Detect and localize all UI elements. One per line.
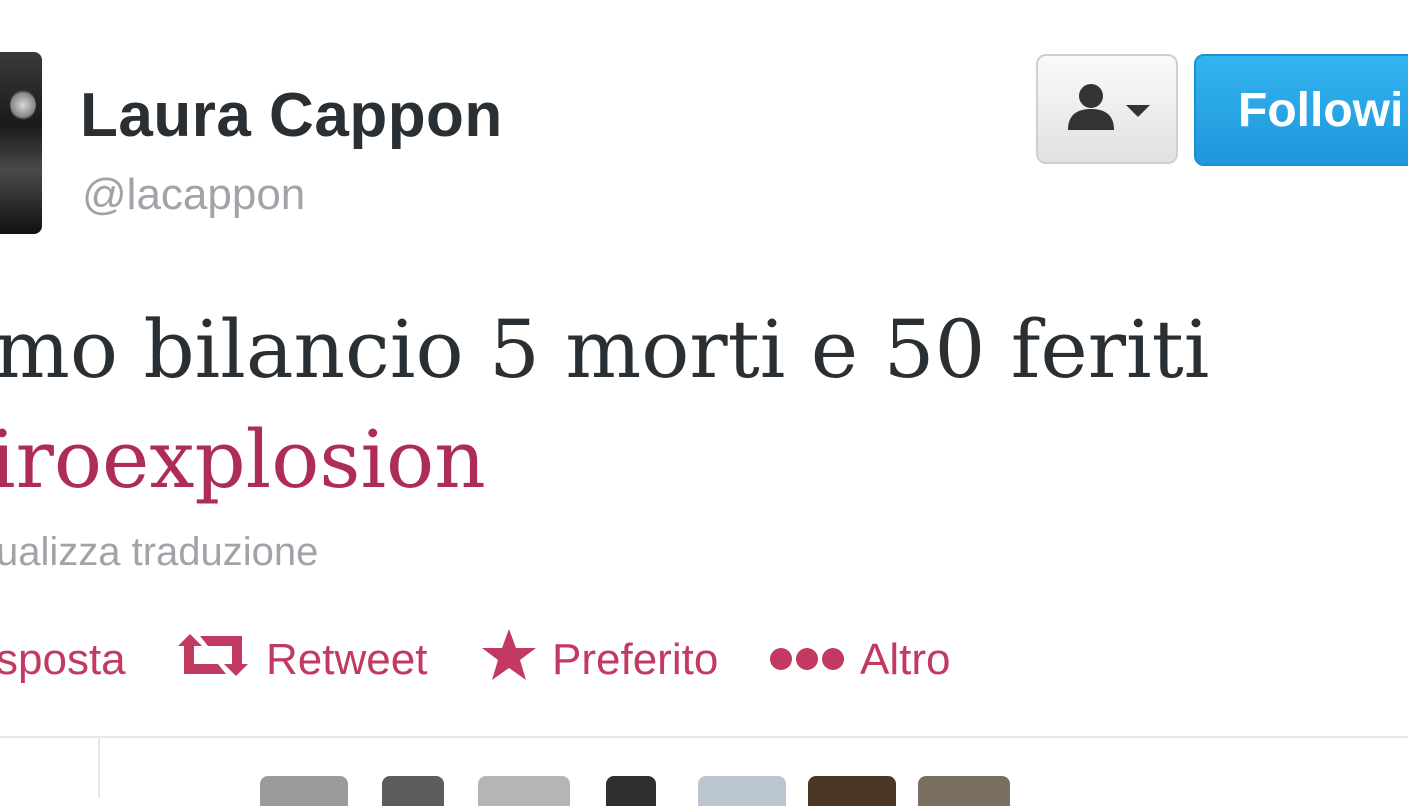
display-name[interactable]: Laura Cappon: [80, 80, 503, 151]
translate-link[interactable]: ualizza traduzione: [0, 530, 318, 575]
star-icon: [480, 627, 538, 694]
hashtag-link[interactable]: iroexplosion: [0, 410, 486, 510]
avatar-thumbnail[interactable]: [382, 776, 444, 806]
avatar-thumbnail[interactable]: [260, 776, 348, 806]
reply-button[interactable]: sposta: [0, 630, 126, 690]
stats-divider: [98, 738, 100, 798]
favorite-label: Preferito: [552, 635, 719, 684]
user-handle[interactable]: @lacappon: [82, 170, 305, 220]
follow-button-label: Followi: [1238, 83, 1404, 137]
more-button[interactable]: Altro: [768, 630, 950, 690]
retweet-icon: [174, 630, 252, 691]
person-icon: [1064, 82, 1118, 137]
avatar-thumbnail[interactable]: [698, 776, 786, 806]
avatar-thumbnail[interactable]: [478, 776, 570, 806]
avatar-thumbnail[interactable]: [918, 776, 1010, 806]
tweet-text: mo bilancio 5 morti e 50 feriti: [0, 303, 1210, 396]
ellipsis-icon: [768, 635, 846, 685]
retweet-label: Retweet: [266, 635, 428, 684]
avatar[interactable]: [0, 52, 42, 234]
section-divider: [0, 736, 1408, 738]
avatar-thumbnail[interactable]: [606, 776, 656, 806]
favorite-button[interactable]: Preferito: [480, 628, 719, 690]
chevron-down-icon: [1126, 105, 1150, 117]
more-label: Altro: [860, 635, 951, 684]
follow-button[interactable]: Followi: [1194, 54, 1408, 166]
avatar-thumbnail[interactable]: [808, 776, 896, 806]
user-actions-dropdown-button[interactable]: [1036, 54, 1178, 164]
retweet-button[interactable]: Retweet: [174, 630, 427, 690]
reply-label: sposta: [0, 635, 126, 684]
